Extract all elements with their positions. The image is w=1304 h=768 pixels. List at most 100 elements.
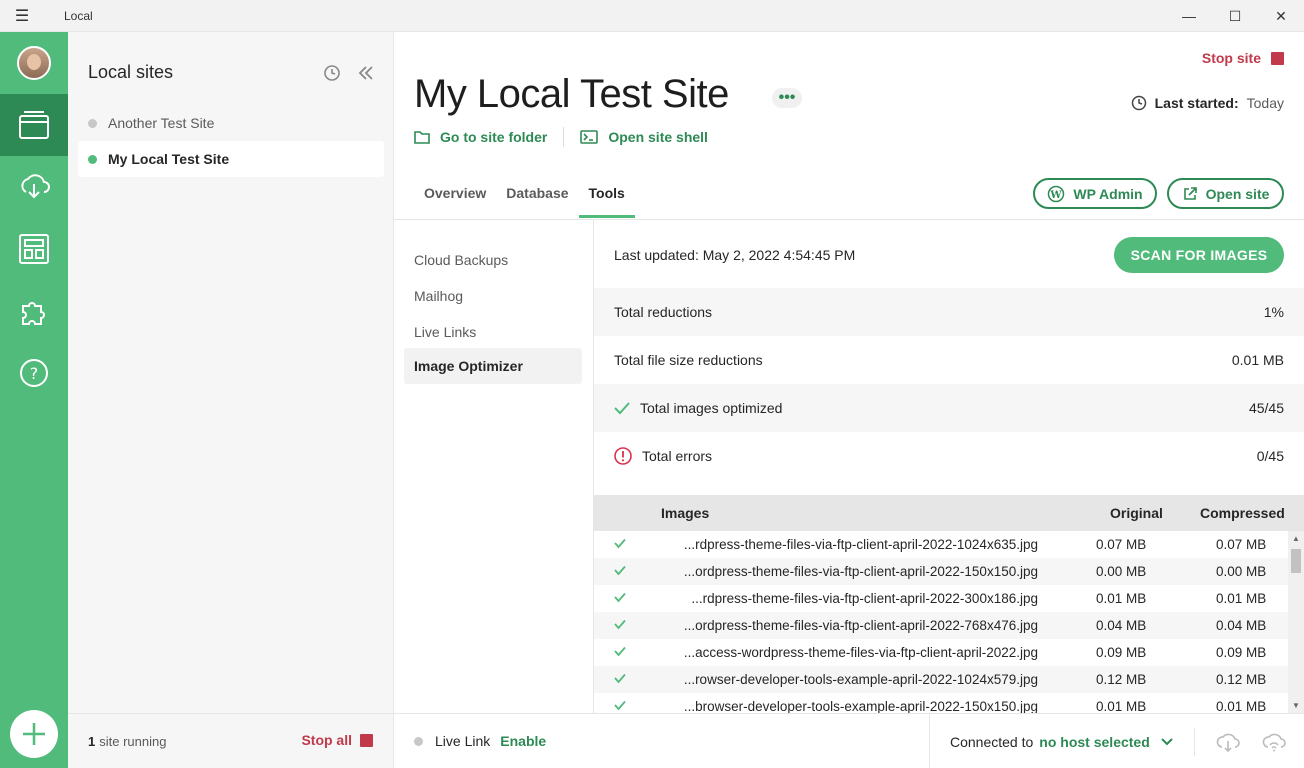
tools-nav-mailhog[interactable]: Mailhog — [404, 278, 582, 314]
image-original-size: 0.01 MB — [1096, 591, 1147, 606]
live-link-status: Live Link Enable — [414, 733, 546, 749]
go-to-site-folder-label: Go to site folder — [440, 129, 548, 145]
history-clock-icon[interactable] — [323, 64, 341, 82]
check-icon — [614, 673, 626, 684]
tools-nav-live-links[interactable]: Live Links — [404, 314, 582, 350]
clock-icon — [1131, 95, 1146, 111]
check-icon — [614, 646, 626, 657]
rail-help-button[interactable]: ? — [0, 342, 68, 404]
addons-puzzle-icon — [22, 302, 45, 325]
site-item-my-local-test-site[interactable]: My Local Test Site — [78, 141, 384, 177]
check-icon — [614, 402, 630, 415]
table-row: ...ordpress-theme-files-via-ftp-client-a… — [594, 558, 1288, 585]
scan-for-images-button[interactable]: SCAN FOR IMAGES — [1114, 237, 1284, 273]
open-site-label: Open site — [1205, 185, 1270, 202]
cloud-download-icon[interactable] — [1215, 731, 1241, 753]
help-icon: ? — [20, 359, 48, 387]
scroll-up-arrow-icon[interactable]: ▲ — [1292, 534, 1300, 543]
stat-total-errors: Total errors 0/45 — [594, 432, 1304, 480]
stat-label: Total file size reductions — [614, 352, 763, 368]
more-options-button[interactable]: ••• — [772, 88, 802, 108]
stop-site-button[interactable]: Stop site — [1202, 50, 1284, 66]
table-row: ...rdpress-theme-files-via-ftp-client-ap… — [594, 585, 1288, 612]
image-original-size: 0.04 MB — [1096, 618, 1147, 633]
image-original-size: 0.12 MB — [1096, 672, 1147, 687]
live-link-enable-button[interactable]: Enable — [500, 733, 546, 749]
hamburger-menu-icon[interactable]: ☰ — [0, 0, 44, 32]
svg-text:?: ? — [30, 364, 39, 383]
cloud-download-icon — [21, 174, 50, 199]
last-started: Last started: Today — [1131, 95, 1284, 111]
image-compressed-size: 0.09 MB — [1216, 645, 1267, 660]
table-row: ...rdpress-theme-files-via-ftp-client-ap… — [594, 531, 1288, 558]
main-panel: Stop site My Local Test Site ••• Last st… — [394, 32, 1304, 768]
stop-all-button[interactable]: Stop all — [301, 732, 373, 748]
column-images: Images — [661, 505, 710, 521]
avatar[interactable] — [17, 46, 51, 80]
image-compressed-size: 0.01 MB — [1216, 591, 1267, 606]
check-icon — [614, 565, 626, 576]
image-name: ...rdpress-theme-files-via-ftp-client-ap… — [691, 591, 1038, 606]
stat-label: Total errors — [642, 448, 713, 464]
rail-blueprints-button[interactable] — [0, 218, 68, 280]
close-window-button[interactable]: ✕ — [1258, 0, 1304, 32]
stat-label: Total images optimized — [640, 400, 783, 416]
stat-value: 0.01 MB — [1231, 352, 1284, 368]
site-item-another-test-site[interactable]: Another Test Site — [78, 105, 384, 141]
table-scrollbar[interactable]: ▲ ▼ — [1288, 531, 1304, 713]
sites-icon — [19, 111, 49, 139]
last-updated: Last updated: May 2, 2022 4:54:45 PM — [614, 247, 856, 263]
image-optimizer-panel: Last updated: May 2, 2022 4:54:45 PM SCA… — [594, 220, 1304, 713]
wp-admin-button[interactable]: W WP Admin — [1033, 178, 1157, 209]
go-to-site-folder-link[interactable]: Go to site folder — [414, 129, 547, 145]
host-selector[interactable]: no host selected — [1039, 734, 1149, 750]
image-original-size: 0.01 MB — [1096, 699, 1147, 713]
tools-nav-cloud-backups[interactable]: Cloud Backups — [404, 242, 582, 278]
add-site-button[interactable] — [10, 710, 58, 758]
external-link-icon — [1183, 186, 1197, 200]
table-row: ...access-wordpress-theme-files-via-ftp-… — [594, 639, 1288, 666]
check-icon — [614, 619, 626, 630]
image-name: ...access-wordpress-theme-files-via-ftp-… — [683, 645, 1038, 660]
rail-sites-button[interactable] — [0, 94, 68, 156]
folder-icon — [414, 131, 430, 144]
rail-addons-button[interactable] — [0, 280, 68, 342]
image-compressed-size: 0.04 MB — [1216, 618, 1267, 633]
sites-footer: 1 site running Stop all — [68, 713, 393, 768]
tab-overview[interactable]: Overview — [414, 182, 496, 218]
wordpress-icon: W — [1048, 185, 1065, 202]
image-original-size: 0.09 MB — [1096, 645, 1147, 660]
column-compressed: Compressed — [1200, 505, 1285, 521]
check-icon — [614, 538, 626, 549]
stat-value: 1% — [1263, 304, 1284, 320]
cloud-wifi-icon[interactable] — [1261, 731, 1287, 753]
chevron-down-icon[interactable] — [1160, 737, 1174, 747]
app-name: Local — [64, 8, 93, 23]
image-compressed-size: 0.12 MB — [1216, 672, 1267, 687]
rail-cloud-button[interactable] — [0, 156, 68, 218]
minimize-button[interactable]: — — [1166, 0, 1212, 32]
sites-panel-title: Local sites — [88, 62, 174, 82]
tab-tools[interactable]: Tools — [578, 182, 635, 218]
open-site-shell-link[interactable]: Open site shell — [580, 129, 708, 145]
scrollbar-thumb[interactable] — [1291, 549, 1301, 573]
blueprints-icon — [19, 234, 49, 264]
maximize-button[interactable]: ☐ — [1212, 0, 1258, 32]
tab-database[interactable]: Database — [496, 182, 578, 218]
plus-icon — [23, 723, 45, 745]
site-item-label: Another Test Site — [108, 115, 215, 131]
site-links: Go to site folder Open site shell — [414, 127, 708, 147]
table-header: Images Original Compressed — [594, 495, 1304, 531]
last-started-value: Today — [1246, 95, 1284, 111]
stop-site-label: Stop site — [1201, 50, 1261, 66]
collapse-panel-icon[interactable] — [357, 64, 375, 82]
running-text: site running — [99, 733, 167, 749]
open-site-button[interactable]: Open site — [1167, 178, 1284, 209]
image-compressed-size: 0.01 MB — [1216, 699, 1267, 713]
site-tabs: Overview Database Tools — [414, 182, 635, 218]
tools-nav-image-optimizer[interactable]: Image Optimizer — [404, 348, 582, 384]
scroll-down-arrow-icon[interactable]: ▼ — [1292, 701, 1300, 710]
table-row: ...browser-developer-tools-example-april… — [594, 693, 1288, 713]
stop-square-icon — [360, 733, 373, 747]
image-name: ...rdpress-theme-files-via-ftp-client-ap… — [683, 537, 1038, 552]
